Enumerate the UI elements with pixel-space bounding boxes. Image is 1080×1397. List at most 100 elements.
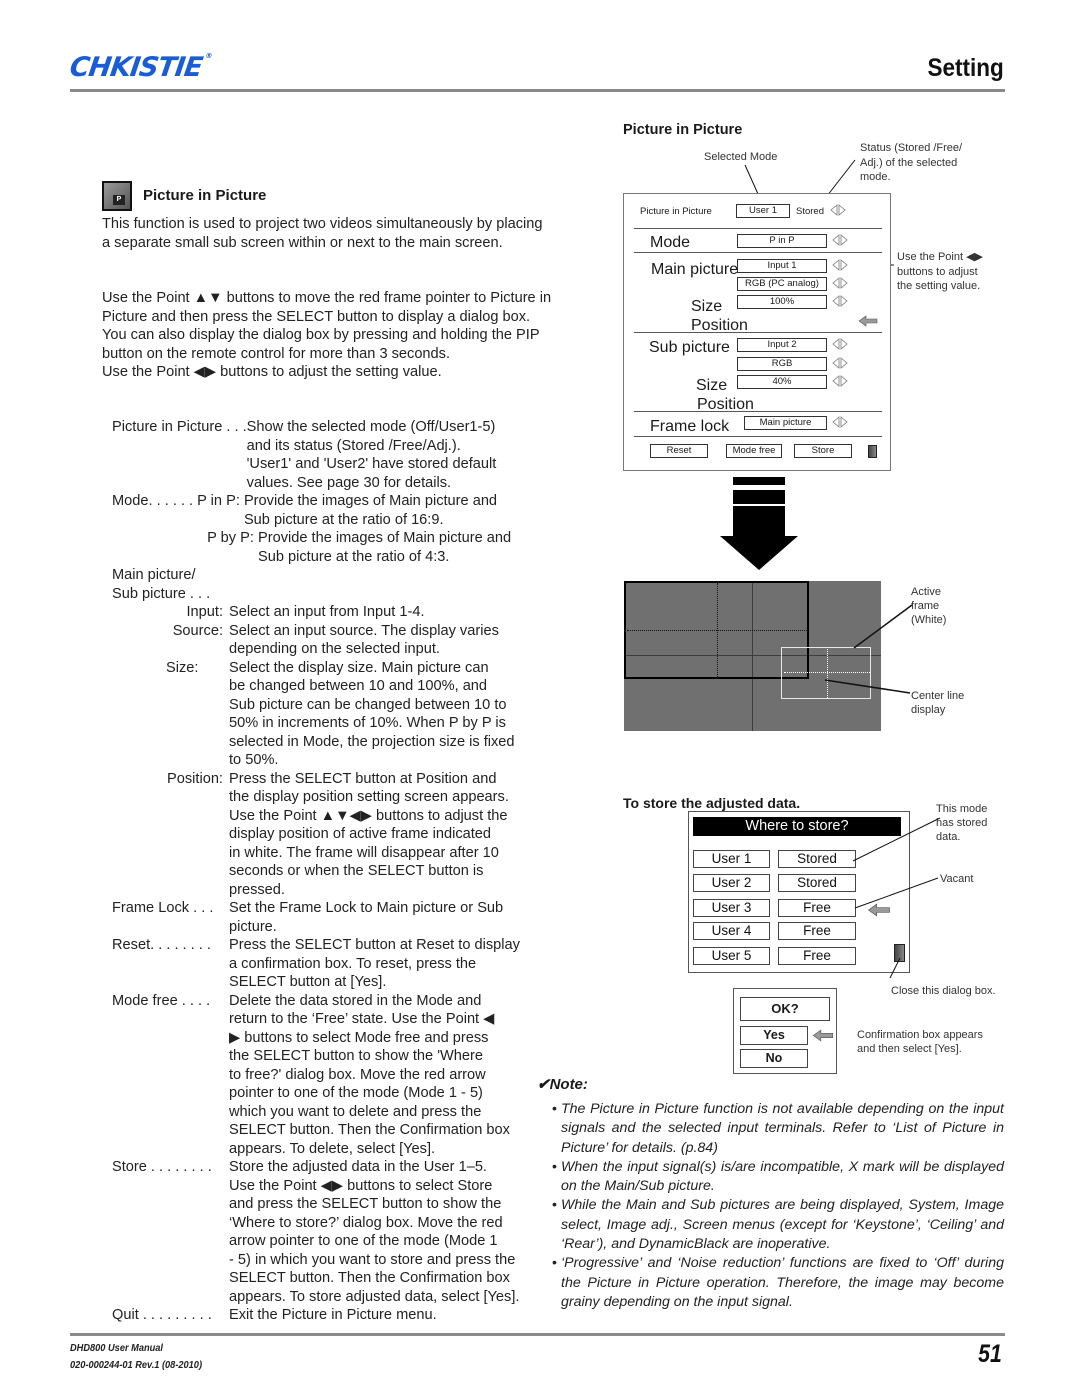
osd-sub-size-label: Size (696, 377, 728, 394)
def-desc: Delete the data stored in the Mode and r… (229, 992, 510, 1157)
osd-main-size-label: Size (691, 298, 723, 315)
header-divider (70, 89, 1005, 92)
def-desc: Provide the images of Main picture and S… (258, 530, 512, 565)
store-heading: To store the adjusted data. (623, 795, 801, 811)
osd-main-input[interactable]: Input 1 (737, 259, 827, 273)
store-user-4[interactable]: User 4 (693, 922, 770, 940)
page-number: 51 (978, 1340, 1002, 1368)
def-desc: Select the display size. Main picture ca… (229, 659, 515, 769)
note-heading: ✔Note: (537, 1076, 588, 1093)
confirm-no-button[interactable]: No (740, 1049, 808, 1068)
section-heading: Picture in Picture (143, 187, 267, 204)
def-term: Source: (172, 622, 223, 639)
note-item: While the Main and Sub pictures are bein… (552, 1196, 1004, 1254)
def-desc: Press the SELECT button at Reset to disp… (229, 937, 520, 990)
def-desc: Show the selected mode (Off/User1-5) and… (246, 419, 497, 491)
def-item-mode-pinp: Mode. . . . . . P in P: Provide the imag… (112, 492, 552, 529)
pip-osd-menu: Picture in Picture User 1 Stored Mode P … (623, 193, 891, 471)
def-item-store: Store . . . . . . . . Store the adjusted… (112, 1158, 552, 1306)
pip-menu-icon: P (102, 181, 132, 211)
def-desc: Exit the Picture in Picture menu. (229, 1307, 437, 1323)
leader-close (889, 957, 901, 979)
store-user-1[interactable]: User 1 (693, 850, 770, 868)
def-item-mode-free: Mode free . . . . Delete the data stored… (112, 992, 552, 1159)
figure-title: Picture in Picture (623, 122, 743, 138)
def-item-quit: Quit . . . . . . . . . Exit the Picture … (112, 1306, 552, 1325)
def-term: Mode free . . . . (112, 992, 215, 1009)
leader-center-line (824, 679, 911, 694)
osd-main-label: Main picture (651, 261, 739, 278)
def-term: Size: (166, 659, 199, 676)
left-right-arrows-icon[interactable] (832, 295, 848, 307)
diagram-leaders (824, 604, 913, 694)
footer-revision: 020-000244-01 Rev.1 (08-2010) (70, 1359, 203, 1371)
arrow-bar (733, 477, 785, 485)
def-term: Picture in Picture . . . (112, 419, 247, 435)
store-user-5[interactable]: User 5 (693, 947, 770, 965)
note-item: The Picture in Picture function is not a… (552, 1100, 1004, 1158)
osd-sub-label: Sub picture (649, 339, 730, 356)
confirm-yes-button[interactable]: Yes (740, 1026, 808, 1045)
osd-sub-size[interactable]: 40% (737, 375, 827, 389)
footer-divider (70, 1333, 1005, 1336)
confirmation-dialog: OK? Yes No (733, 988, 837, 1074)
osd-pip-status: Stored (796, 206, 824, 217)
christie-logo: CHKISTIE® (68, 52, 212, 83)
brand-name: CHKISTIE (67, 52, 204, 83)
osd-frame-lock-value[interactable]: Main picture (744, 416, 827, 430)
leader-stored (852, 817, 941, 862)
def-desc: Provide the images of Main picture and S… (243, 493, 498, 528)
store-user-3[interactable]: User 3 (693, 899, 770, 917)
def-item-source: Source: Select an input source. The disp… (112, 622, 552, 659)
osd-main-source[interactable]: RGB (PC analog) (737, 277, 827, 291)
osd-main-size[interactable]: 100% (737, 295, 827, 309)
left-right-arrows-icon[interactable] (832, 416, 848, 428)
osd-sub-input[interactable]: Input 2 (737, 338, 827, 352)
def-term: Mode. . . . . . P in P: (112, 493, 244, 509)
osd-separator (634, 332, 882, 333)
def-term: Frame Lock . . . (112, 900, 218, 916)
pip-icon-glyph: P (113, 195, 125, 205)
leader-active-frame (853, 604, 913, 649)
def-term: Reset. . . . . . . . (112, 937, 215, 953)
store-user-2[interactable]: User 2 (693, 874, 770, 892)
intro-paragraph: This function is used to project two vid… (102, 216, 543, 251)
def-desc: Set the Frame Lock to Main picture or Su… (229, 900, 504, 935)
def-term: Quit . . . . . . . . . (112, 1307, 216, 1323)
left-right-arrows-icon[interactable] (832, 277, 848, 289)
def-desc: Select an input source. The display vari… (229, 622, 499, 658)
osd-sub-source[interactable]: RGB (737, 357, 827, 371)
osd-store-button[interactable]: Store (794, 444, 852, 458)
left-right-arrows-icon[interactable] (830, 204, 846, 216)
exit-door-icon[interactable] (868, 445, 877, 458)
osd-mode-label: Mode (650, 234, 691, 251)
def-item-mode-pbyp: P by P: Provide the images of Main pictu… (112, 529, 552, 566)
arrow-bar (733, 490, 785, 504)
left-right-arrows-icon[interactable] (832, 375, 848, 387)
down-arrow-icon (720, 506, 798, 570)
leader-vacant (854, 877, 939, 909)
left-right-arrows-icon[interactable] (832, 357, 848, 369)
registered-mark: ® (204, 52, 212, 60)
def-desc: Select an input from Input 1-4. (229, 604, 425, 620)
store-leaders (852, 817, 941, 979)
def-item-pip: Picture in Picture . . . Show the select… (112, 418, 552, 492)
callout-confirm: Confirmation box appears and then select… (857, 1029, 983, 1055)
osd-reset-button[interactable]: Reset (650, 444, 708, 458)
osd-pip-label: Picture in Picture (640, 206, 712, 217)
osd-separator (634, 228, 882, 229)
osd-separator (634, 436, 882, 437)
footer-manual-title: DHD800 User Manual (70, 1342, 163, 1354)
def-desc: Store the adjusted data in the User 1–5.… (229, 1159, 520, 1305)
def-item-frame-lock: Frame Lock . . . Set the Frame Lock to M… (112, 899, 552, 936)
osd-pip-value[interactable]: User 1 (736, 204, 790, 218)
def-term: Main picture/ Sub picture . . . (112, 567, 211, 602)
left-right-arrows-icon[interactable] (832, 234, 848, 246)
def-item-size: Size: Select the display size. Main pict… (112, 659, 552, 770)
left-right-arrows-icon[interactable] (832, 338, 848, 350)
left-right-arrows-icon[interactable] (832, 259, 848, 271)
osd-mode-free-button[interactable]: Mode free (726, 444, 782, 458)
confirm-heading: OK? (740, 997, 830, 1021)
osd-mode-value[interactable]: P in P (737, 234, 827, 248)
note-item: ‘Progressive’ and ‘Noise reduction’ func… (552, 1254, 1004, 1312)
